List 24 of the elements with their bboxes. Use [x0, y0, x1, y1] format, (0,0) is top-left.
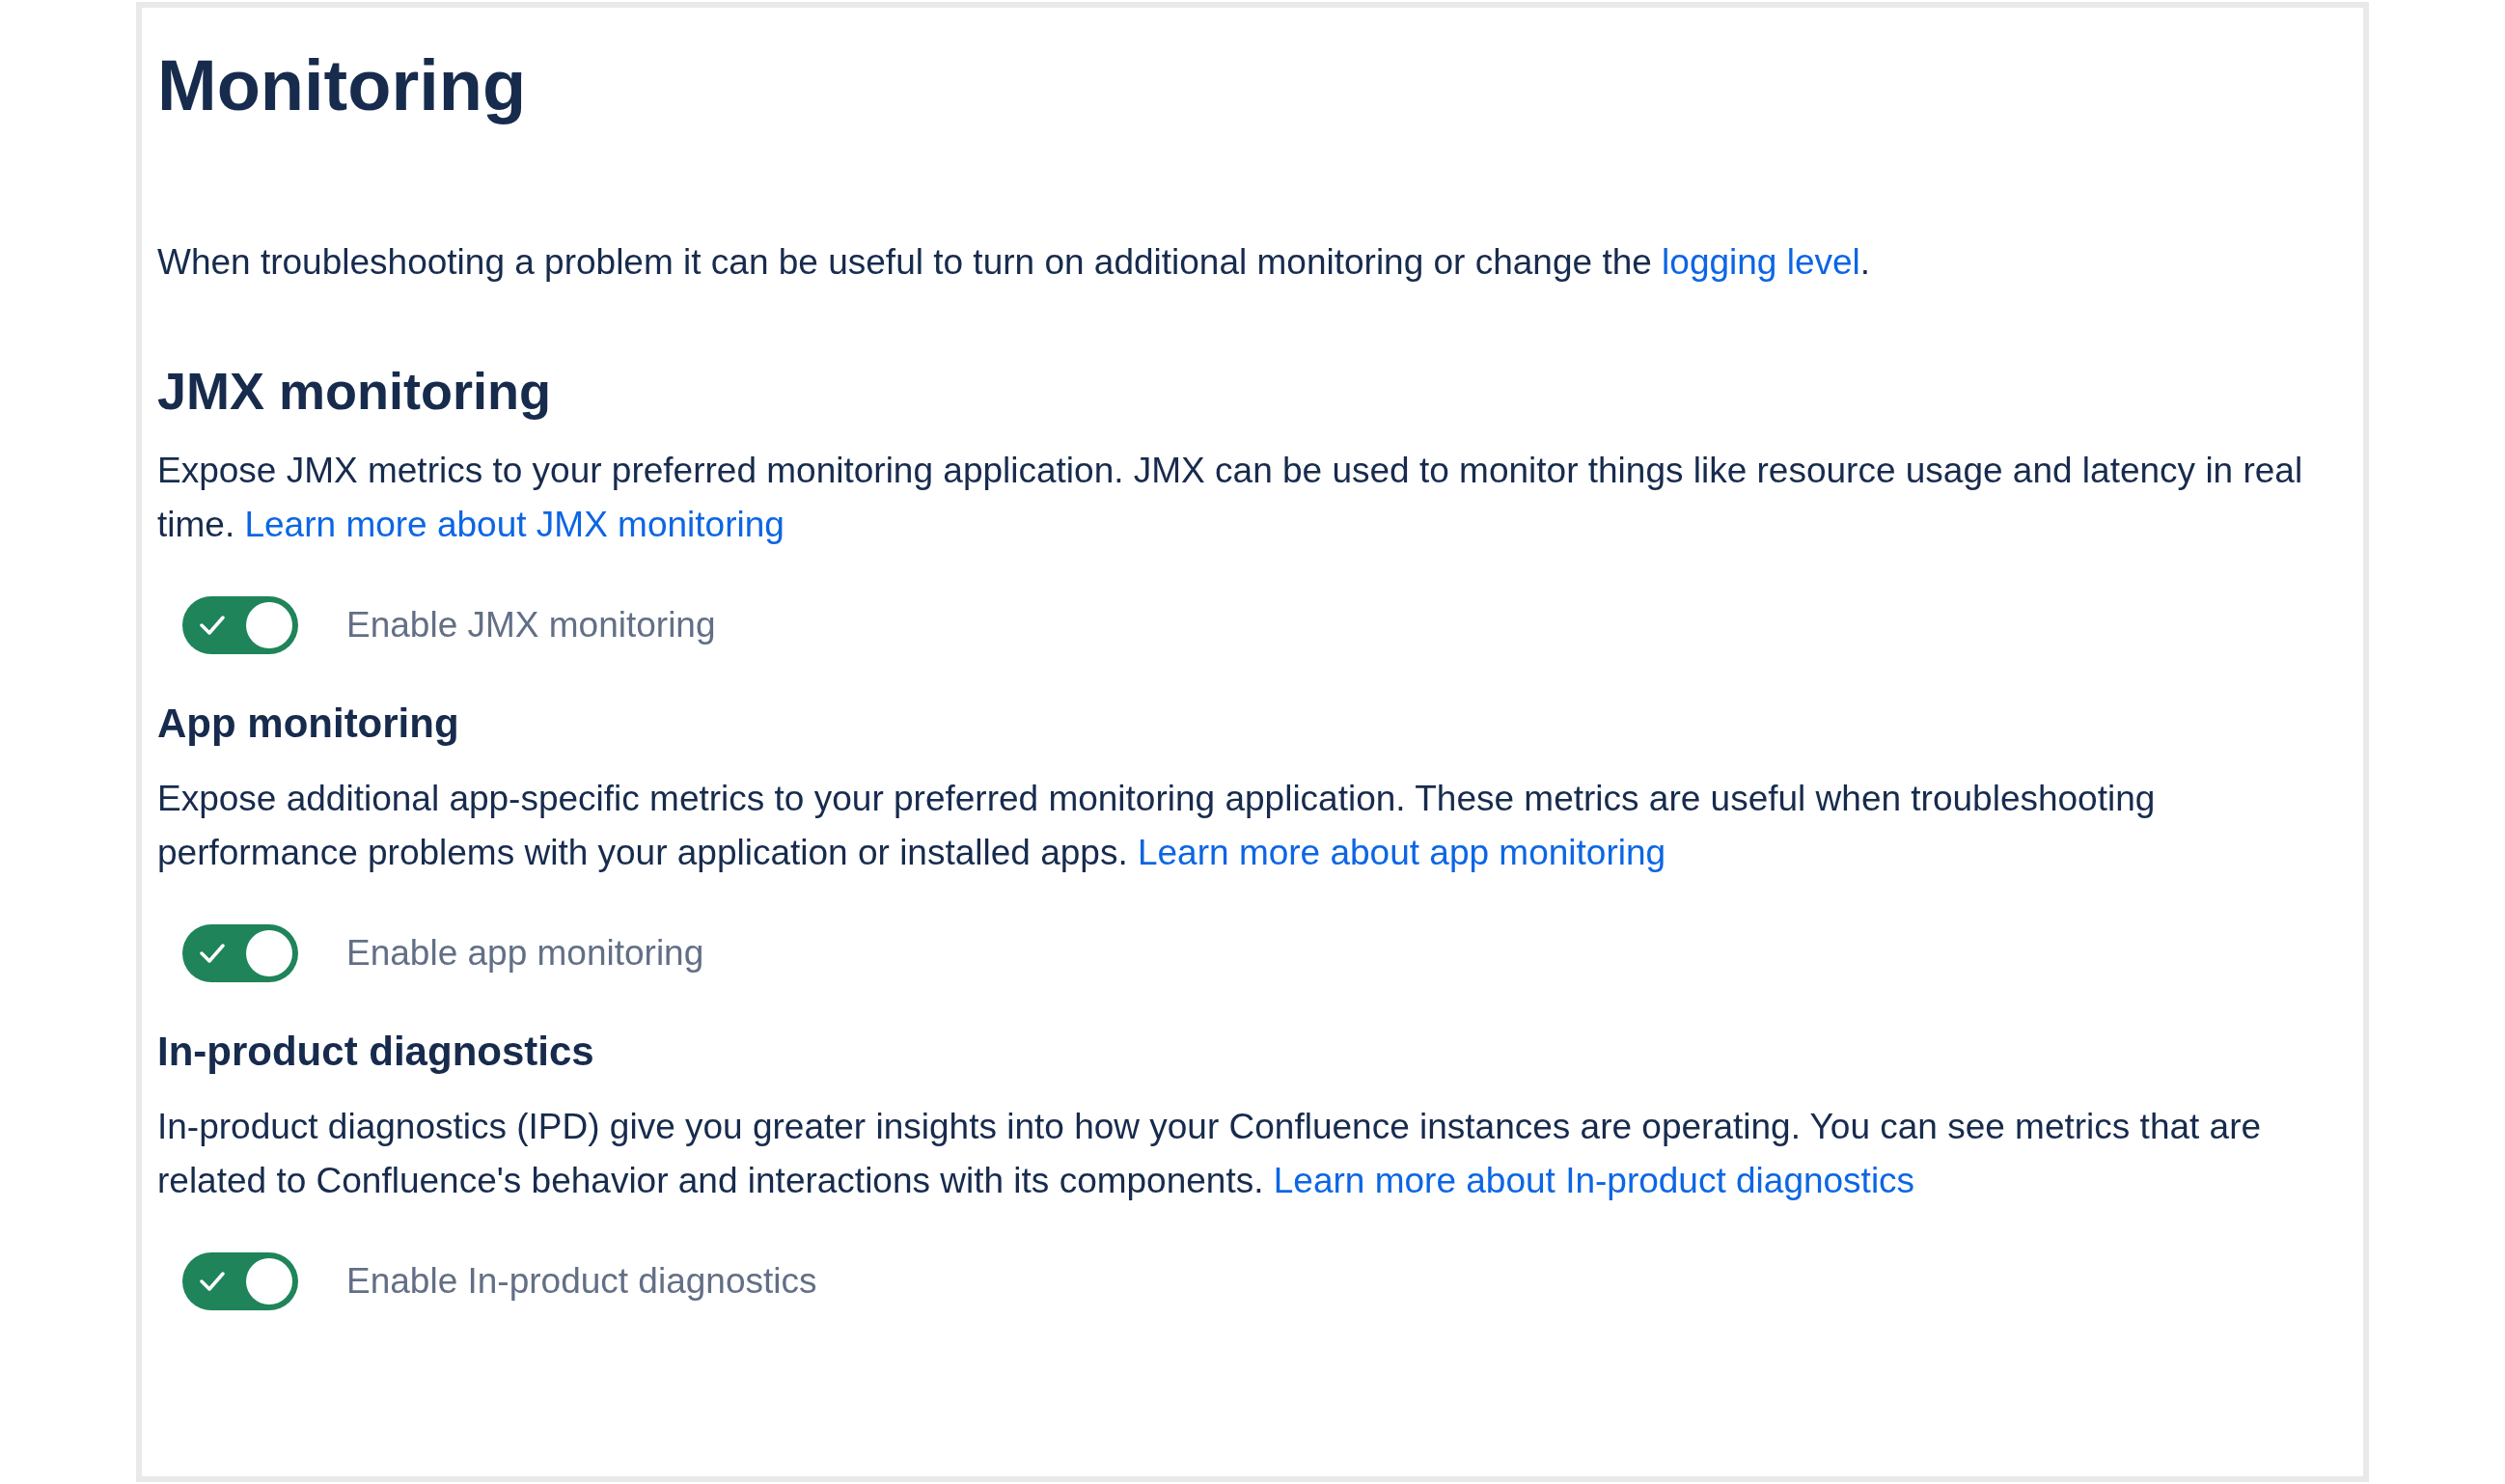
learn-more-link[interactable]: Learn more about In-product diagnostics — [1273, 1161, 1915, 1200]
toggle-knob — [246, 1258, 292, 1305]
section-heading: App monitoring — [157, 700, 460, 748]
toggle-switch[interactable] — [182, 596, 298, 654]
section-heading: JMX monitoring — [157, 361, 552, 422]
toggle-switch[interactable] — [182, 1252, 298, 1310]
learn-more-link[interactable]: Learn more about app monitoring — [1137, 833, 1666, 872]
section-description: In-product diagnostics (IPD) give you greater insights into how your Confluence instances are operating. You can see metrics that are related to Confluence's behavior and interactions with its components. Learn more about In-product diagnostics — [157, 1106, 2263, 1202]
toggle-knob — [246, 930, 292, 976]
logging-level-link[interactable]: logging level — [1662, 242, 1860, 282]
check-icon — [200, 943, 225, 964]
toggle-label: Enable JMX monitoring — [346, 604, 716, 647]
toggle-switch[interactable] — [182, 924, 298, 982]
section-description: Expose additional app-specific metrics to your preferred monitoring application. These metrics are useful when troubleshooting performance problems with your application or installed apps. Learn more about app monitoring — [157, 778, 2157, 874]
section-description: Expose JMX metrics to your preferred monitoring application. JMX can be used to monitor things like resource usage and latency in real time. Learn more about JMX monitoring — [157, 450, 2304, 546]
learn-more-link[interactable]: Learn more about JMX monitoring — [244, 505, 785, 544]
check-icon — [200, 615, 225, 636]
page-title: Monitoring — [157, 44, 528, 127]
toggle-label: Enable app monitoring — [346, 932, 704, 976]
section-heading: In-product diagnostics — [157, 1028, 595, 1076]
intro-paragraph: When troubleshooting a problem it can be useful to turn on additional monitoring or change the logging level. — [157, 241, 1872, 284]
toggle-knob — [246, 602, 292, 648]
toggle-label: Enable In-product diagnostics — [346, 1260, 817, 1304]
check-icon — [200, 1271, 225, 1292]
